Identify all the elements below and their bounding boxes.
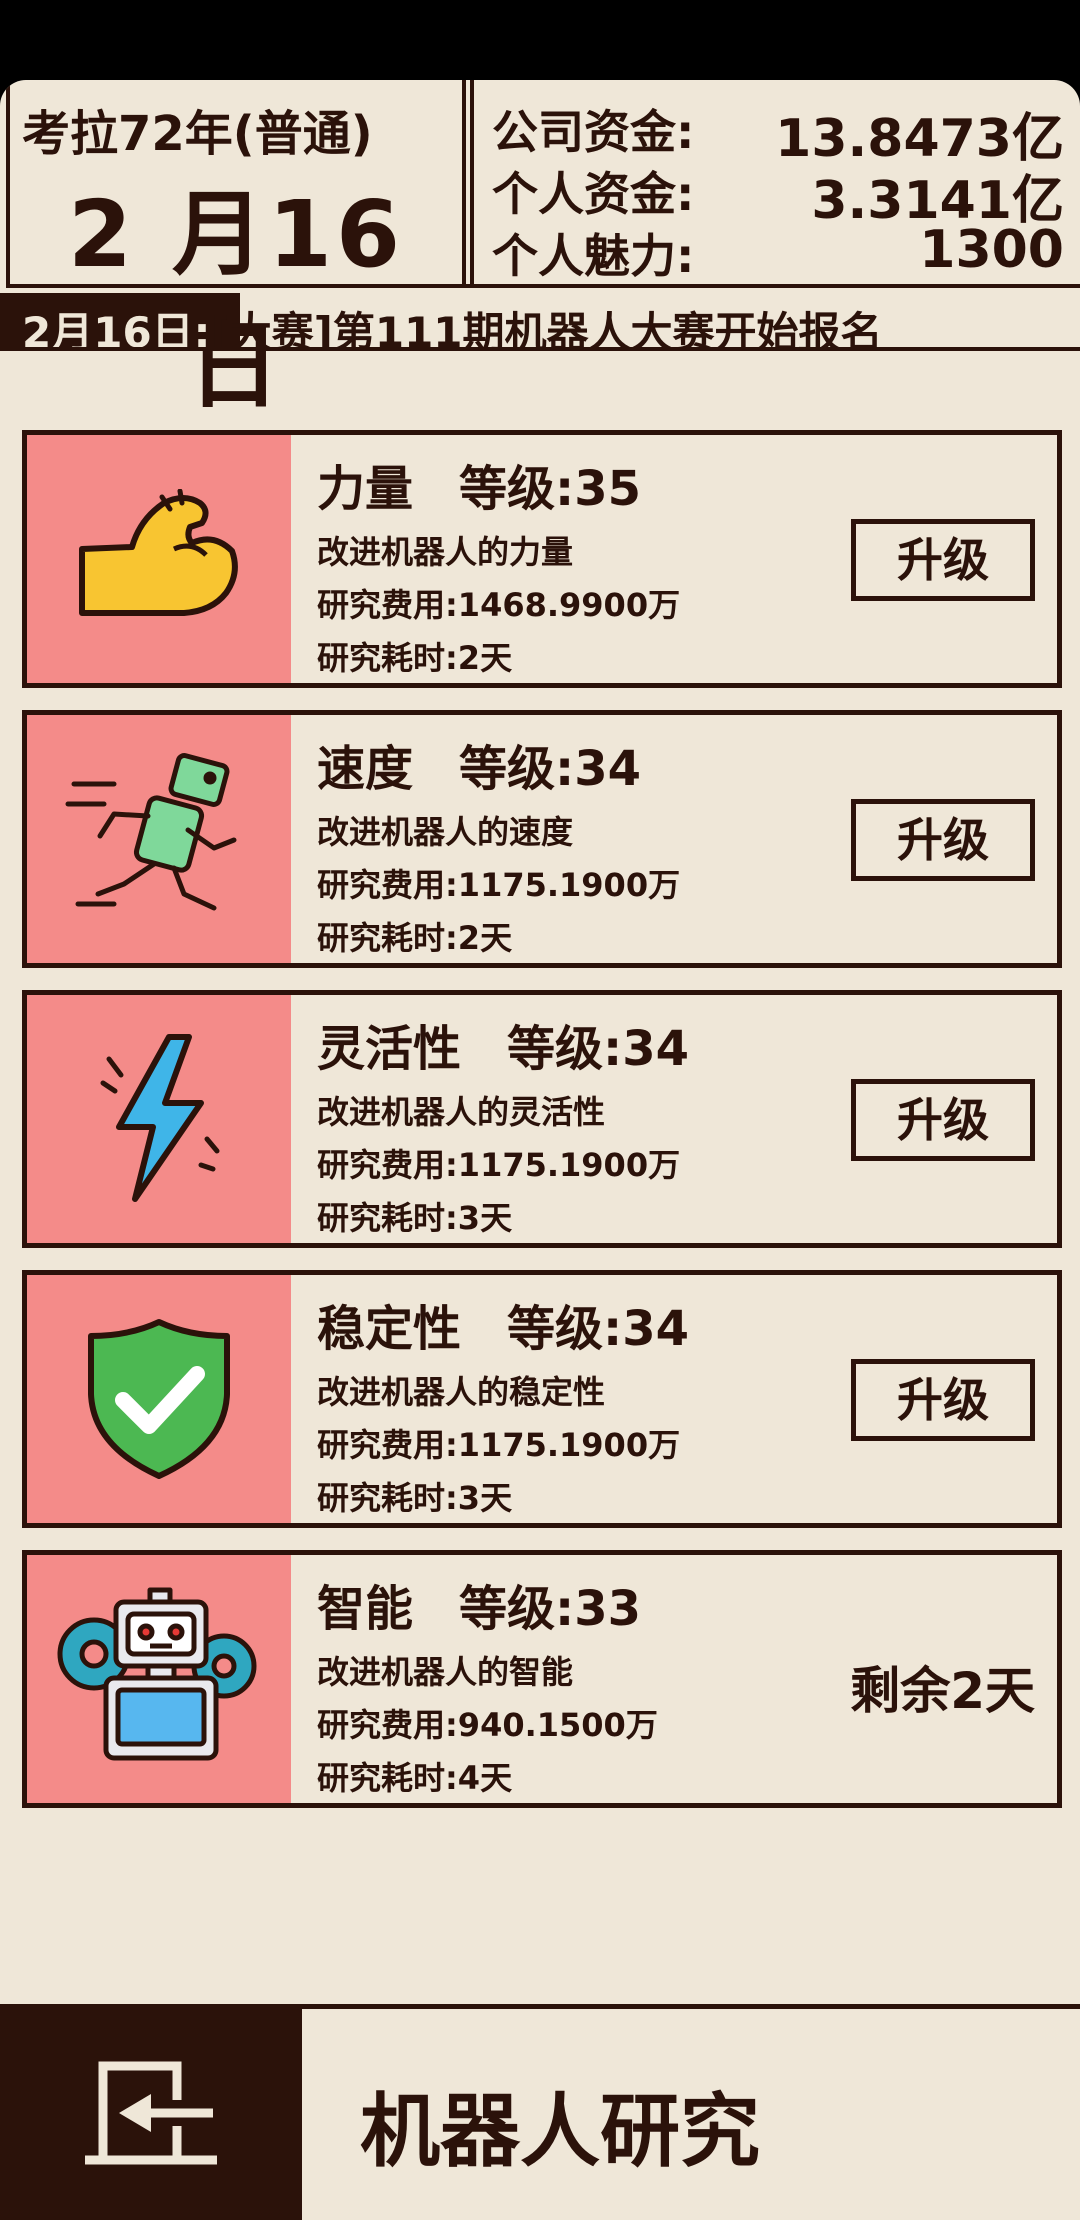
research-time: 研究耗时:3天 (317, 1199, 513, 1237)
research-level: 等级:33 (459, 1581, 642, 1637)
research-time: 研究耗时:2天 (317, 919, 513, 957)
research-desc: 改进机器人的速度 (317, 813, 574, 851)
research-cost: 研究费用:1175.1900万 (317, 1426, 681, 1464)
upgrade-button-stability[interactable]: 升级 (851, 1359, 1035, 1441)
research-level: 等级:34 (507, 1021, 690, 1077)
research-desc: 改进机器人的智能 (317, 1653, 574, 1691)
research-name: 灵活性 (317, 1021, 462, 1077)
research-card-speed: 速度 等级:34 改进机器人的速度 研究费用:1175.1900万 研究耗时:2天… (22, 710, 1062, 968)
upgrade-button-speed[interactable]: 升级 (851, 799, 1035, 881)
research-cost: 研究费用:1468.9900万 (317, 586, 681, 624)
research-name: 速度 (317, 741, 414, 797)
upgrade-button-strength[interactable]: 升级 (851, 519, 1035, 601)
research-desc: 改进机器人的稳定性 (317, 1373, 606, 1411)
news-ticker: 2月16日:[大赛]第111期机器人大赛开始报名 (0, 293, 1080, 351)
research-level: 等级:34 (459, 741, 642, 797)
research-name: 力量 (317, 461, 414, 517)
year-mode-label: 考拉72年(普通) (22, 106, 373, 162)
research-cost: 研究费用:1175.1900万 (317, 1146, 681, 1184)
ticker-message: [大赛]第111期机器人大赛开始报名 (210, 308, 883, 351)
bottom-bar: 机器人研究 (0, 2004, 1080, 2220)
research-time: 研究耗时:2天 (317, 639, 513, 677)
charisma-label: 个人魅力: (492, 229, 695, 283)
charisma-row: 个人魅力: 1300 (492, 220, 1064, 283)
date-panel: 考拉72年(普通) 2 月16 日 (6, 80, 466, 421)
game-screen: 考拉72年(普通) 2 月16 日 公司资金: 13.8473亿 个人资金: 3… (0, 80, 1080, 2220)
company-funds-label: 公司资金: (492, 105, 695, 159)
funds-panel: 公司资金: 13.8473亿 个人资金: 3.3141亿 个人魅力: 1300 (466, 80, 1080, 288)
research-name: 智能 (317, 1581, 414, 1637)
research-time: 研究耗时:3天 (317, 1479, 513, 1517)
research-card-stability: 稳定性 等级:34 改进机器人的稳定性 研究费用:1175.1900万 研究耗时:… (22, 1270, 1062, 1528)
personal-funds-label: 个人资金: (492, 167, 695, 221)
upgrade-button-agility[interactable]: 升级 (851, 1079, 1035, 1161)
company-funds-row: 公司资金: 13.8473亿 (492, 96, 1064, 169)
robot-gear-icon (57, 1587, 257, 1761)
research-name: 稳定性 (317, 1301, 462, 1357)
research-card-agility: 灵活性 等级:34 改进机器人的灵活性 研究费用:1175.1900万 研究耗时:… (22, 990, 1062, 1248)
remaining-time-label: 剩余2天 (850, 1662, 1035, 1720)
research-time: 研究耗时:4天 (317, 1759, 513, 1797)
shield-check-icon (88, 1319, 230, 1479)
research-level: 等级:35 (459, 461, 642, 517)
research-level: 等级:34 (507, 1301, 690, 1357)
flexed-arm-icon (79, 489, 238, 616)
page-title: 机器人研究 (360, 2085, 760, 2178)
research-desc: 改进机器人的灵活性 (317, 1093, 606, 1131)
research-cost: 研究费用:1175.1900万 (317, 866, 681, 904)
research-desc: 改进机器人的力量 (317, 533, 574, 571)
personal-funds-row: 个人资金: 3.3141亿 (492, 158, 1064, 231)
research-card-strength: 力量 等级:35 改进机器人的力量 研究费用:1468.9900万 研究耗时:2天… (22, 430, 1062, 688)
charisma-value: 1300 (919, 220, 1064, 280)
running-robot-icon (65, 753, 237, 911)
research-cost: 研究费用:940.1500万 (317, 1706, 658, 1744)
exit-door-icon (85, 2061, 217, 2164)
exit-button[interactable] (0, 2009, 302, 2220)
lightning-bolt-icon (100, 1034, 220, 1202)
ticker-date: 2月16日: (22, 308, 211, 351)
research-card-intelligence: 智能 等级:33 改进机器人的智能 研究费用:940.1500万 研究耗时:4天 … (22, 1550, 1062, 1808)
